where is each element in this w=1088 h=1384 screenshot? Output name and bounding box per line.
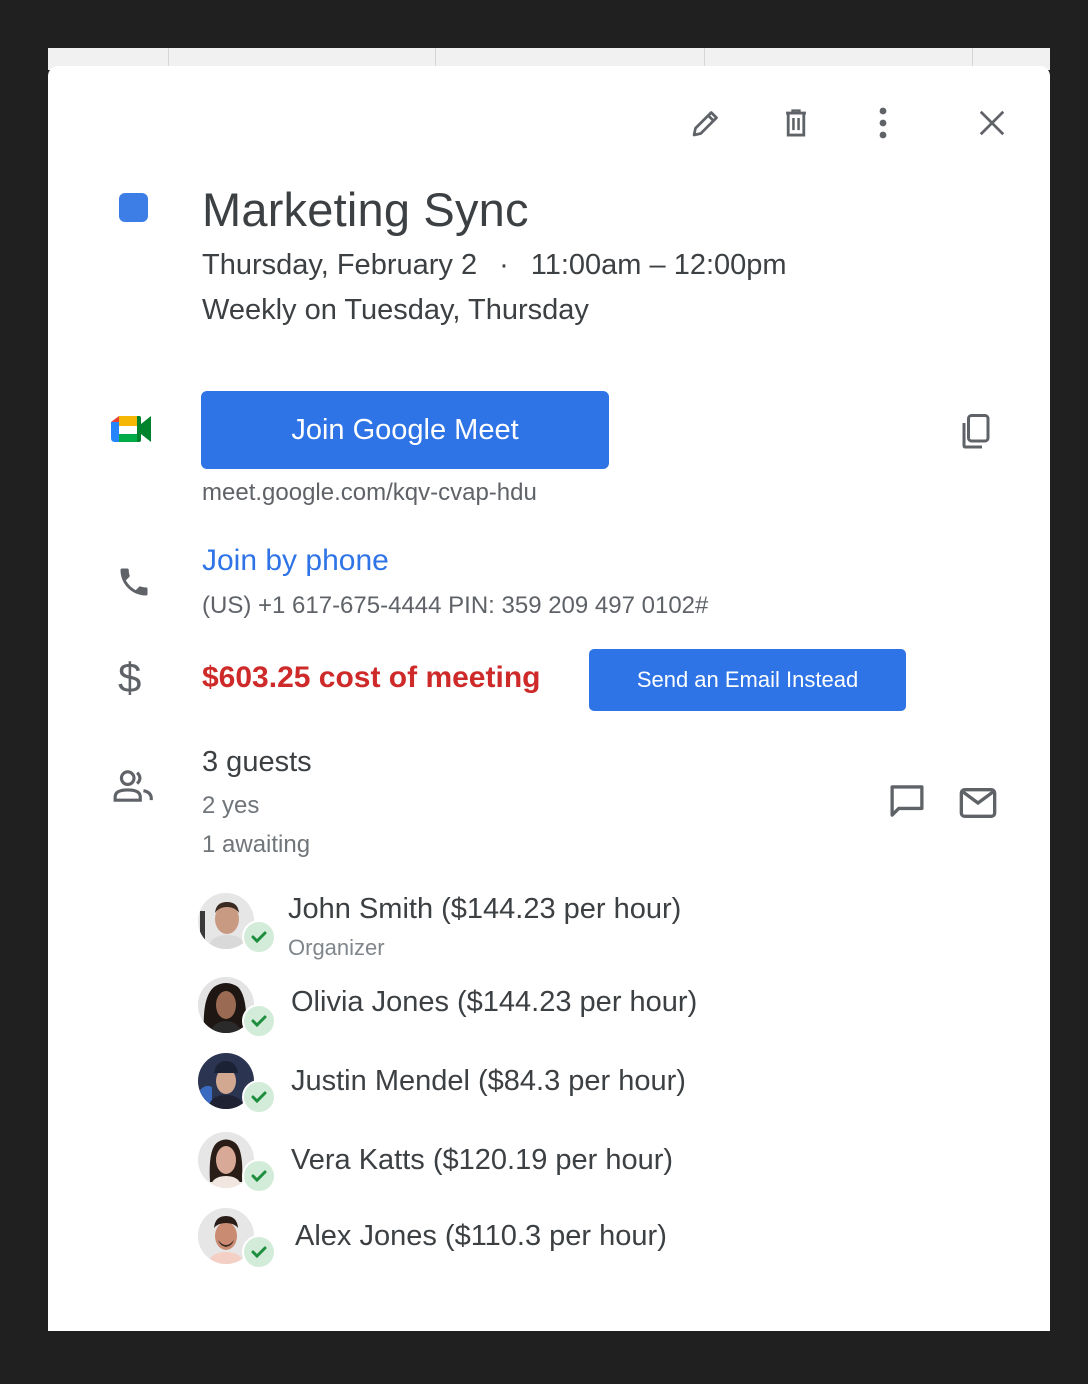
google-meet-icon <box>111 416 151 442</box>
send-email-instead-button[interactable]: Send an Email Instead <box>589 649 906 711</box>
copy-icon <box>962 414 990 449</box>
guest-name: Alex Jones ($110.3 per hour) <box>295 1220 667 1252</box>
phone-dial-in-details: (US) +1 617-675-4444 PIN: 359 209 497 01… <box>202 592 709 619</box>
event-datetime: Thursday, February 2 · 11:00am – 12:00pm <box>202 249 787 282</box>
accepted-badge <box>242 920 276 954</box>
trash-icon <box>786 109 806 137</box>
dollar-icon: $ <box>118 654 142 701</box>
phone-icon <box>120 568 148 596</box>
close-button[interactable] <box>970 101 1014 145</box>
event-time: 11:00am – 12:00pm <box>530 249 787 281</box>
guest-role: Organizer <box>288 935 385 960</box>
guest-count: 3 guests <box>202 746 312 778</box>
accepted-badge <box>242 1159 276 1193</box>
guest-list-item[interactable]: Vera Katts ($120.19 per hour) <box>198 1132 898 1196</box>
chat-icon <box>890 785 924 817</box>
guest-list-item[interactable]: Justin Mendel ($84.3 per hour) <box>198 1053 898 1117</box>
guest-name: Justin Mendel ($84.3 per hour) <box>291 1065 686 1097</box>
more-vert-icon <box>879 107 887 139</box>
check-icon <box>251 931 267 944</box>
accepted-badge <box>242 1004 276 1038</box>
guest-list-item[interactable]: Alex Jones ($110.3 per hour) <box>198 1208 898 1272</box>
meet-link[interactable]: meet.google.com/kqv-cvap-hdu <box>202 479 537 507</box>
event-color-indicator <box>119 193 148 222</box>
email-icon <box>959 788 997 818</box>
guest-name: John Smith ($144.23 per hour) <box>288 893 682 925</box>
check-icon <box>251 1170 267 1183</box>
check-icon <box>251 1015 267 1028</box>
accepted-badge <box>242 1235 276 1269</box>
meeting-cost: $603.25 cost of meeting <box>202 661 541 694</box>
copy-link-button[interactable] <box>954 410 998 454</box>
event-date: Thursday, February 2 <box>202 249 478 281</box>
check-icon <box>251 1246 267 1259</box>
edit-event-button[interactable] <box>684 101 728 145</box>
event-details-popup: Marketing Sync Thursday, February 2 · 11:0… <box>48 66 1050 1331</box>
separator-dot: · <box>499 249 509 281</box>
accepted-badge <box>242 1080 276 1114</box>
more-options-button[interactable] <box>861 101 905 145</box>
delete-event-button[interactable] <box>774 101 818 145</box>
join-by-phone-link[interactable]: Join by phone <box>202 544 389 578</box>
guest-list-item[interactable]: John Smith ($144.23 per hour) Organizer <box>198 893 898 960</box>
check-icon <box>251 1091 267 1104</box>
event-title: Marketing Sync <box>202 183 529 236</box>
guest-name: Vera Katts ($120.19 per hour) <box>291 1144 674 1176</box>
event-recurrence: Weekly on Tuesday, Thursday <box>202 294 589 326</box>
guests-awaiting-count: 1 awaiting <box>202 831 311 858</box>
guest-name: Olivia Jones ($144.23 per hour) <box>291 986 698 1018</box>
pencil-icon <box>692 111 718 137</box>
guests-yes-count: 2 yes <box>202 792 260 819</box>
close-icon <box>979 110 1005 136</box>
guest-list-item[interactable]: Olivia Jones ($144.23 per hour) <box>198 977 898 1041</box>
people-icon <box>113 770 153 802</box>
email-guests-button[interactable] <box>956 781 1000 825</box>
join-google-meet-button[interactable]: Join Google Meet <box>201 391 609 469</box>
chat-guests-button[interactable] <box>885 779 929 823</box>
